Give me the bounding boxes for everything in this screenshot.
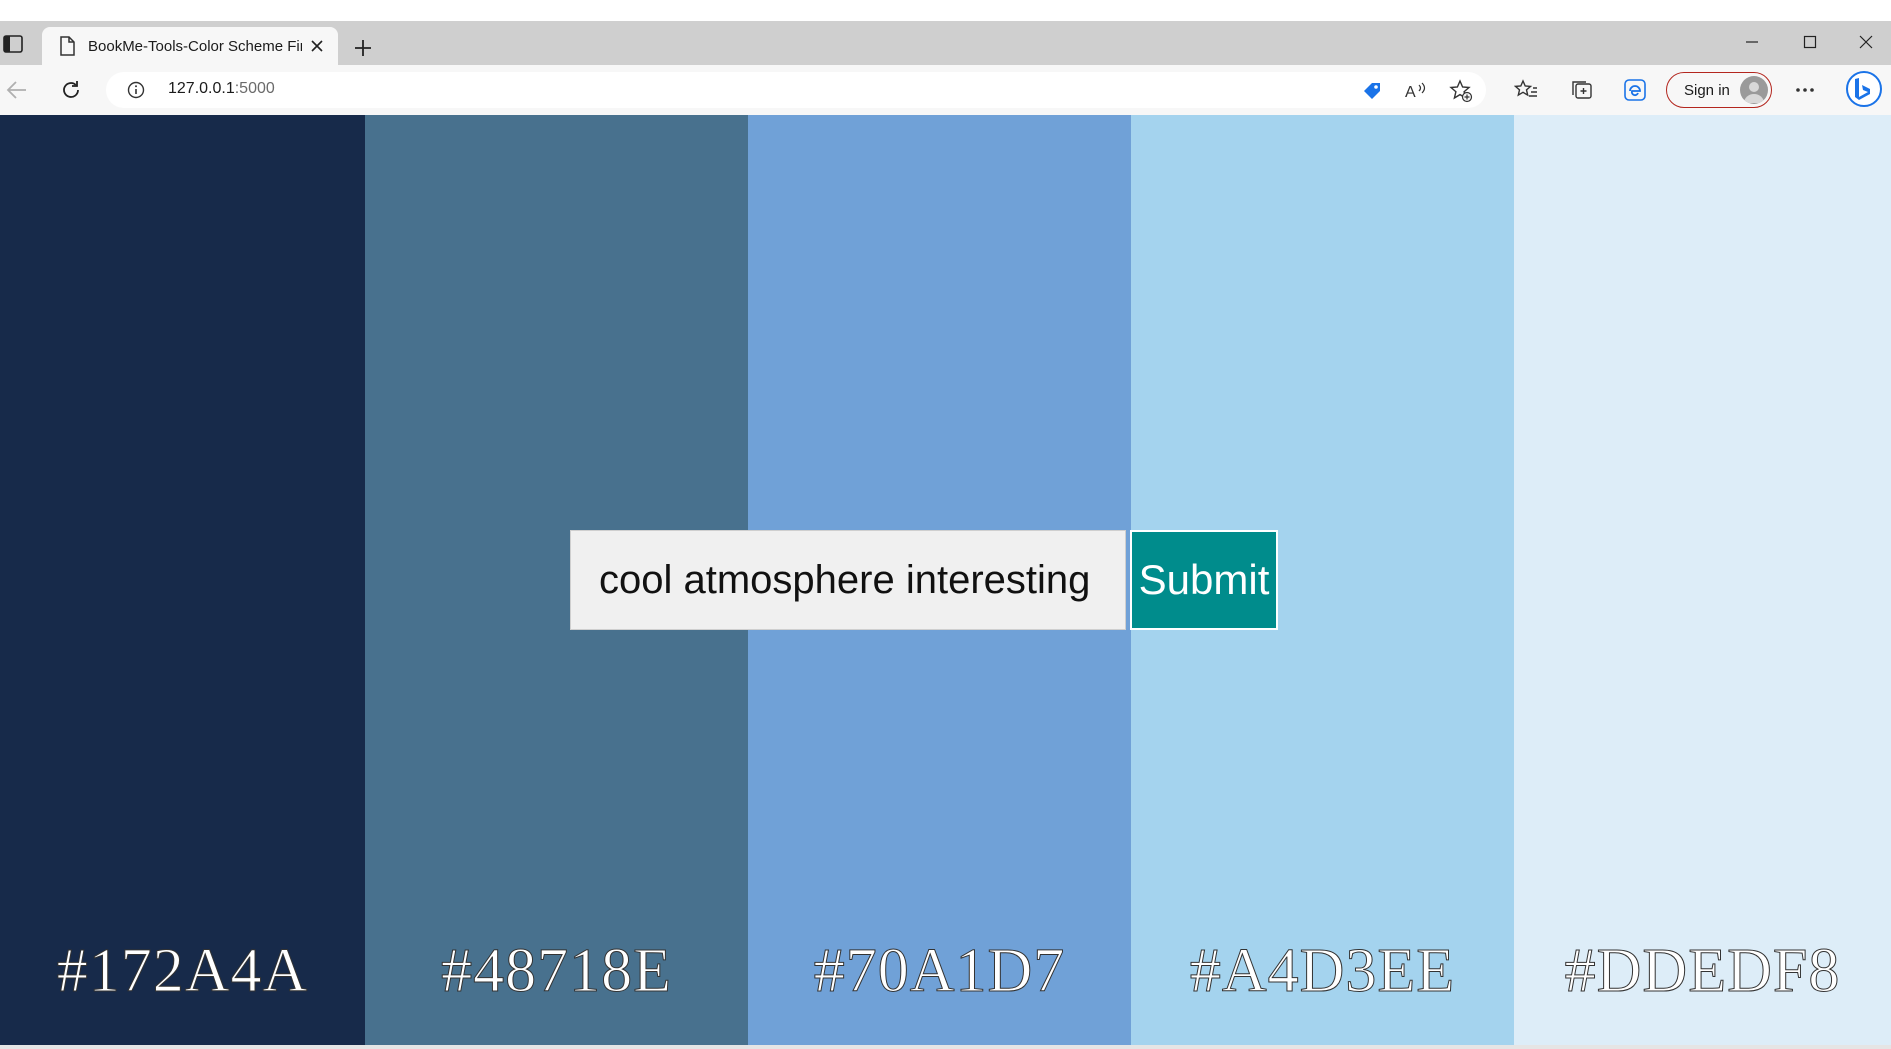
taskbar-edge — [0, 1045, 1891, 1049]
edge-browser-essentials-icon[interactable] — [1620, 75, 1650, 105]
page-icon — [56, 35, 78, 57]
address-toolbar: 127.0.0.1:5000 A Sign in — [0, 65, 1891, 116]
info-icon[interactable] — [126, 80, 146, 100]
plus-icon[interactable] — [346, 31, 380, 65]
color-swatch-1: #172A4A — [0, 115, 365, 1045]
submit-button[interactable]: Submit — [1130, 530, 1278, 630]
window-close-icon[interactable] — [1844, 29, 1888, 55]
color-palette-page: #172A4A #48718E #70A1D7 #A4D3EE #DDEDF8 … — [0, 115, 1891, 1045]
more-icon[interactable] — [1790, 75, 1820, 105]
color-hex-label: #172A4A — [56, 937, 309, 1006]
bing-icon[interactable] — [1844, 69, 1884, 109]
back-arrow-icon[interactable] — [2, 75, 32, 105]
avatar — [1740, 76, 1768, 104]
favorites-icon[interactable] — [1511, 75, 1541, 105]
color-hex-label: #48718E — [441, 937, 672, 1006]
close-icon[interactable] — [306, 35, 328, 57]
sign-in-label: Sign in — [1684, 81, 1730, 99]
color-hex-label: #A4D3EE — [1189, 937, 1456, 1006]
url-port: :5000 — [234, 80, 275, 97]
browser-tab-active[interactable]: BookMe-Tools-Color Scheme Finder — [42, 27, 338, 65]
screen-top-strip — [0, 0, 1891, 21]
sidebar-toggle-icon[interactable] — [0, 31, 26, 57]
collections-icon[interactable] — [1567, 75, 1597, 105]
sign-in-button[interactable]: Sign in — [1666, 72, 1772, 108]
color-hex-label: #DDEDF8 — [1564, 937, 1841, 1006]
url-host: 127.0.0.1 — [168, 80, 235, 97]
url-text: 127.0.0.1:5000 — [168, 80, 275, 98]
minimize-icon[interactable] — [1730, 29, 1774, 55]
refresh-icon[interactable] — [56, 75, 86, 105]
color-swatch-5: #DDEDF8 — [1514, 115, 1891, 1045]
tab-title: BookMe-Tools-Color Scheme Finder — [88, 37, 302, 55]
svg-text:A: A — [1405, 84, 1416, 101]
tag-icon[interactable] — [1360, 79, 1384, 103]
color-hex-label: #70A1D7 — [813, 937, 1066, 1006]
tab-bar: BookMe-Tools-Color Scheme Finder — [0, 21, 1891, 65]
read-aloud-icon[interactable]: A — [1404, 79, 1428, 103]
add-favorite-icon[interactable] — [1449, 79, 1473, 103]
maximize-icon[interactable] — [1788, 29, 1832, 55]
address-bar[interactable]: 127.0.0.1:5000 A — [106, 72, 1486, 108]
query-input[interactable] — [570, 530, 1126, 630]
